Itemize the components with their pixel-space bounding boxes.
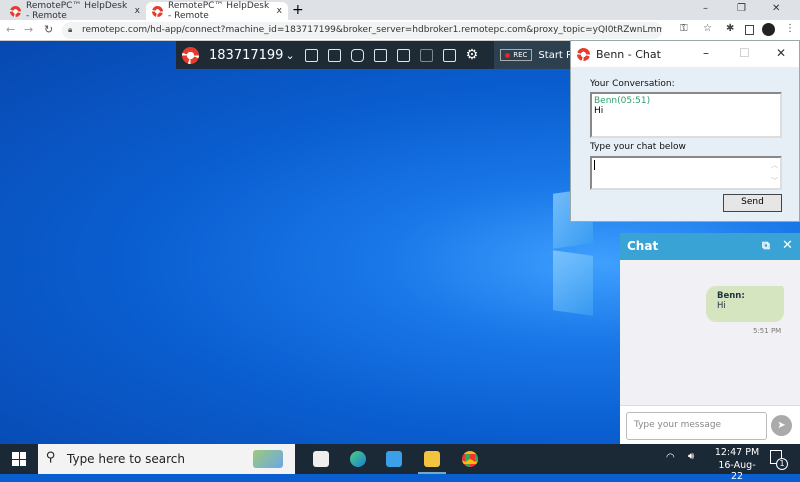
file-transfer-icon[interactable] xyxy=(373,48,387,62)
browser-tab-bar: RemotePC™ HelpDesk - Remote x RemotePC™ H… xyxy=(0,0,800,21)
popout-icon[interactable]: ⧉ xyxy=(762,239,770,253)
camera-icon[interactable] xyxy=(419,48,433,62)
file-explorer-icon[interactable] xyxy=(424,451,440,467)
reload-icon[interactable]: ↻ xyxy=(44,23,53,36)
disconnect-icon[interactable] xyxy=(304,48,318,62)
input-label: Type your chat below xyxy=(590,142,686,152)
machine-id-dropdown[interactable]: 183717199 xyxy=(209,48,283,63)
window-title: Benn - Chat xyxy=(596,47,661,61)
remote-toolbar: 183717199 ⌄ ⚙ REC Start Recording xyxy=(176,41,623,69)
close-tab-icon[interactable]: x xyxy=(135,6,140,16)
chat-panel-header: Chat ⧉ ✕ xyxy=(620,233,800,260)
remotepc-logo-icon xyxy=(10,5,21,17)
folder-search-icon[interactable] xyxy=(396,48,410,62)
date: 16-Aug-22 xyxy=(718,460,756,482)
browser-tab[interactable]: RemotePC™ HelpDesk - Remote x xyxy=(4,1,146,21)
notes-icon[interactable] xyxy=(442,48,456,62)
time: 12:47 PM xyxy=(714,447,760,458)
chat-input[interactable]: ︿ ﹀ xyxy=(590,156,782,190)
chrome-icon[interactable] xyxy=(462,451,478,467)
scroll-down-icon[interactable]: ﹀ xyxy=(771,176,778,186)
profile-avatar[interactable] xyxy=(762,23,775,36)
close-window-icon[interactable]: ✕ xyxy=(772,3,780,14)
remotepc-logo-icon xyxy=(152,5,163,17)
send-icon[interactable]: ➤ xyxy=(771,415,792,436)
message-text: Hi xyxy=(717,301,726,311)
edge-icon[interactable] xyxy=(350,451,366,467)
clock[interactable]: 12:47 PM 16-Aug-22 xyxy=(713,447,761,482)
star-icon[interactable]: ☆ xyxy=(703,23,712,34)
chevron-down-icon[interactable]: ⌄ xyxy=(285,49,294,62)
chat-message-bubble: Benn: Hi xyxy=(706,286,784,322)
close-tab-icon[interactable]: x xyxy=(277,6,282,16)
forward-icon[interactable]: → xyxy=(24,23,33,36)
mail-icon[interactable] xyxy=(386,451,402,467)
message-text: Hi xyxy=(594,106,604,116)
remotepc-logo-icon xyxy=(182,46,199,64)
rec-label: REC xyxy=(513,51,528,59)
chat-footer: Type your message ➤ xyxy=(620,405,800,444)
fullscreen-icon[interactable] xyxy=(327,48,341,62)
message-time: 5:51 PM xyxy=(753,327,782,335)
search-placeholder: Type here to search xyxy=(67,452,185,466)
maximize-icon[interactable]: ☐ xyxy=(739,46,750,60)
windows-logo-pane xyxy=(553,250,593,316)
chat-panel-title: Chat xyxy=(627,239,659,253)
widgets-icon[interactable] xyxy=(253,450,283,468)
benn-chat-window: Benn - Chat – ☐ ✕ Your Conversation: Ben… xyxy=(570,40,800,222)
back-icon[interactable]: ← xyxy=(6,23,15,36)
tab-title: RemotePC™ HelpDesk - Remote xyxy=(168,1,270,21)
volume-icon[interactable]: 🔊︎ xyxy=(688,451,694,462)
search-icon: ⚲ xyxy=(46,450,56,465)
tab-title: RemotePC™ HelpDesk - Remote xyxy=(26,1,128,21)
settings-gear-icon[interactable]: ⚙ xyxy=(466,47,479,63)
browser-tab-active[interactable]: RemotePC™ HelpDesk - Remote x xyxy=(146,1,288,21)
new-tab-button[interactable]: + xyxy=(292,2,304,18)
conversation-label: Your Conversation: xyxy=(590,79,675,89)
message-input[interactable]: Type your message xyxy=(626,412,767,440)
taskbar: ⚲ Type here to search ◠ 🔊︎ 12:47 PM 16-Au… xyxy=(0,444,800,482)
send-button[interactable]: Send xyxy=(723,194,782,212)
network-icon[interactable]: ◠ xyxy=(666,452,675,463)
lock-icon: 🔒︎ xyxy=(68,25,73,34)
sidebar-icon[interactable] xyxy=(745,25,754,35)
scroll-up-icon[interactable]: ︿ xyxy=(771,160,778,170)
taskbar-search[interactable]: ⚲ Type here to search xyxy=(38,444,295,474)
minimize-icon[interactable]: – xyxy=(703,46,709,60)
minimize-window-icon[interactable]: – xyxy=(703,3,708,14)
menu-icon[interactable]: ⋮ xyxy=(785,23,795,34)
record-dot-icon xyxy=(505,52,511,58)
rec-button[interactable]: REC xyxy=(500,49,533,61)
url-input[interactable]: remotepc.com/hd-app/connect?machine_id=1… xyxy=(62,22,662,39)
message-sender: Benn: xyxy=(717,291,745,301)
close-icon[interactable]: ✕ xyxy=(782,238,793,253)
restore-window-icon[interactable]: ❐ xyxy=(737,3,746,14)
message-sender: Benn(05:51) xyxy=(594,96,651,106)
close-icon[interactable]: ✕ xyxy=(776,46,786,60)
notification-count: 1 xyxy=(776,458,788,470)
window-title-bar: Benn - Chat xyxy=(571,41,799,67)
extensions-icon[interactable]: ✱ xyxy=(726,23,734,34)
key-icon[interactable]: ⚿ xyxy=(680,23,688,34)
remotepc-logo-icon xyxy=(577,47,590,61)
chat-panel: Chat ⧉ ✕ Benn: Hi 5:51 PM Type your mess… xyxy=(620,233,800,444)
chat-icon[interactable] xyxy=(350,48,364,62)
store-icon[interactable] xyxy=(313,451,329,467)
conversation-box: Benn(05:51) Hi xyxy=(590,92,782,138)
windows-start-icon[interactable] xyxy=(12,452,26,466)
